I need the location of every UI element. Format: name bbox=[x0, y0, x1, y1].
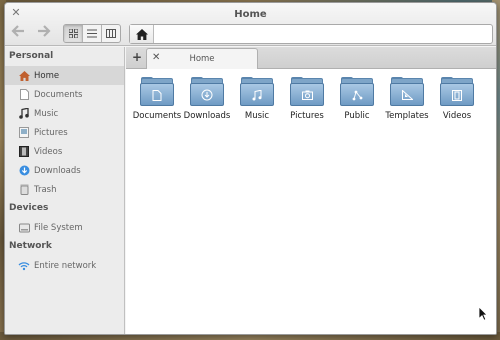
sidebar-item-label: Downloads bbox=[34, 165, 81, 176]
download-icon bbox=[17, 164, 31, 178]
music-emblem-icon bbox=[240, 84, 274, 106]
folder-videos[interactable]: Videos bbox=[432, 77, 482, 121]
network-icon bbox=[17, 259, 31, 273]
folder-downloads[interactable]: Downloads bbox=[182, 77, 232, 121]
folder-icon bbox=[440, 77, 474, 107]
mouse-pointer-icon bbox=[478, 306, 488, 321]
forward-button[interactable] bbox=[35, 25, 53, 41]
picture-emblem-icon bbox=[290, 84, 324, 106]
sidebar-item-home[interactable]: Home bbox=[5, 66, 124, 85]
folder-label: Downloads bbox=[183, 111, 231, 121]
columns-icon bbox=[106, 29, 116, 38]
film-icon bbox=[17, 145, 31, 159]
arrow-right-icon bbox=[38, 25, 51, 37]
sidebar-item-trash[interactable]: Trash bbox=[5, 180, 124, 199]
folder-public[interactable]: Public bbox=[332, 77, 382, 121]
download-emblem-icon bbox=[190, 84, 224, 106]
new-tab-button[interactable]: + bbox=[130, 50, 144, 65]
location-bar[interactable] bbox=[129, 24, 493, 44]
sidebar-section-personal: Personal bbox=[9, 51, 54, 61]
folder-label: Pictures bbox=[290, 111, 324, 121]
folder-icon bbox=[290, 77, 324, 107]
folder-label: Public bbox=[344, 111, 370, 121]
trash-icon bbox=[17, 183, 31, 197]
titlebar: ✕ Home bbox=[5, 3, 496, 46]
icon-view-button[interactable] bbox=[64, 25, 83, 42]
sidebar-item-documents[interactable]: Documents bbox=[5, 85, 124, 104]
template-emblem-icon bbox=[390, 84, 424, 106]
grid-icon bbox=[68, 29, 78, 38]
window-title: Home bbox=[234, 9, 267, 20]
document-emblem-icon bbox=[140, 84, 174, 106]
share-emblem-icon bbox=[340, 84, 374, 106]
back-button[interactable] bbox=[9, 25, 27, 41]
sidebar-item-label: Music bbox=[34, 108, 59, 119]
file-view: + ✕ Home Documents Downloads Music Pictu… bbox=[126, 47, 496, 334]
folder-templates[interactable]: Templates bbox=[382, 77, 432, 121]
sidebar-item-entire-network[interactable]: Entire network bbox=[5, 256, 124, 275]
arrow-left-icon bbox=[11, 25, 24, 37]
sidebar: Personal Home Documents Music Pictures V… bbox=[5, 47, 125, 334]
drive-icon bbox=[17, 221, 31, 235]
folder-label: Templates bbox=[385, 111, 429, 121]
picture-icon bbox=[17, 126, 31, 140]
folder-label: Music bbox=[244, 111, 270, 121]
sidebar-section-network: Network bbox=[9, 241, 52, 251]
sidebar-item-pictures[interactable]: Pictures bbox=[5, 123, 124, 142]
column-view-button[interactable] bbox=[102, 25, 120, 42]
music-note-icon bbox=[17, 107, 31, 121]
sidebar-item-label: Pictures bbox=[34, 127, 68, 138]
folder-icon bbox=[190, 77, 224, 107]
list-icon bbox=[87, 29, 97, 38]
tab-bar: + ✕ Home bbox=[126, 47, 496, 69]
sidebar-item-label: Documents bbox=[34, 89, 83, 100]
sidebar-item-file-system[interactable]: File System bbox=[5, 218, 124, 237]
tab-label: Home bbox=[189, 54, 215, 64]
file-manager-window: ✕ Home Personal Home Documents Music Pic… bbox=[4, 2, 497, 335]
video-emblem-icon bbox=[440, 84, 474, 106]
folder-icon bbox=[140, 77, 174, 107]
folder-icon bbox=[390, 77, 424, 107]
sidebar-section-devices: Devices bbox=[9, 203, 49, 213]
sidebar-item-videos[interactable]: Videos bbox=[5, 142, 124, 161]
sidebar-item-label: Entire network bbox=[34, 260, 97, 271]
view-mode-switcher bbox=[63, 24, 121, 43]
folder-grid: Documents Downloads Music Pictures Publi… bbox=[132, 77, 482, 121]
folder-icon bbox=[340, 77, 374, 107]
home-icon bbox=[17, 69, 31, 83]
list-view-button[interactable] bbox=[83, 25, 102, 42]
sidebar-item-label: File System bbox=[34, 222, 83, 233]
home-icon bbox=[135, 28, 148, 40]
sidebar-item-music[interactable]: Music bbox=[5, 104, 124, 123]
folder-label: Documents bbox=[132, 111, 182, 121]
sidebar-item-label: Videos bbox=[34, 146, 63, 157]
sidebar-item-label: Trash bbox=[34, 184, 57, 195]
document-icon bbox=[17, 88, 31, 102]
folder-label: Videos bbox=[442, 111, 472, 121]
folder-music[interactable]: Music bbox=[232, 77, 282, 121]
folder-pictures[interactable]: Pictures bbox=[282, 77, 332, 121]
path-home-button[interactable] bbox=[130, 25, 154, 43]
folder-documents[interactable]: Documents bbox=[132, 77, 182, 121]
sidebar-item-downloads[interactable]: Downloads bbox=[5, 161, 124, 180]
sidebar-item-label: Home bbox=[34, 70, 60, 81]
folder-icon bbox=[240, 77, 274, 107]
tab-home[interactable]: ✕ Home bbox=[146, 48, 258, 69]
